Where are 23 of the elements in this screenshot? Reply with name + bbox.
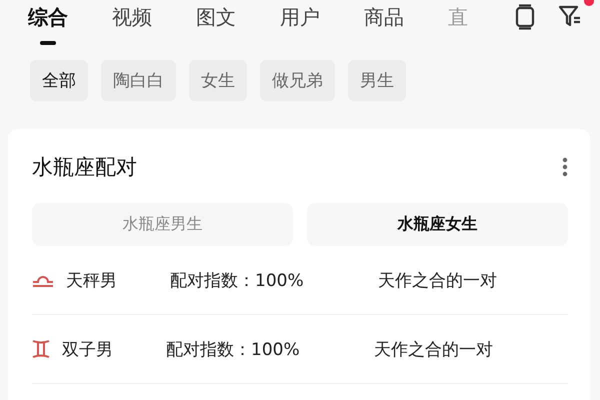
filter-chip[interactable]: 陶白白 (101, 60, 176, 101)
card-title: 水瓶座配对 (32, 154, 137, 181)
match-score: 配对指数：100% (170, 270, 305, 292)
filter-icon[interactable] (558, 4, 582, 28)
filter-chip[interactable]: 男生 (348, 60, 406, 101)
tablet-icon[interactable] (514, 4, 536, 30)
category-tab[interactable]: 用户 (280, 0, 320, 45)
gemini-icon (32, 339, 50, 359)
filter-chip[interactable]: 做兄弟 (260, 60, 335, 101)
category-tab[interactable]: 商品 (364, 0, 404, 45)
libra-icon (32, 273, 54, 287)
match-score: 配对指数：100% (166, 338, 301, 360)
category-tab[interactable]: 视频 (112, 0, 152, 45)
match-verdict: 天作之合的一对 (378, 270, 497, 292)
sign-label: 双子男 (62, 338, 114, 360)
more-icon[interactable] (562, 157, 568, 177)
sign-label: 天秤男 (66, 270, 118, 292)
category-tab[interactable]: 图文 (196, 0, 236, 45)
segment-tab[interactable]: 水瓶座女生 (307, 203, 568, 246)
filter-chip[interactable]: 女生 (189, 60, 247, 101)
category-tab[interactable]: 综合 (28, 0, 68, 45)
filter-chip[interactable]: 全部 (30, 60, 88, 101)
match-verdict: 天作之合的一对 (374, 338, 493, 360)
